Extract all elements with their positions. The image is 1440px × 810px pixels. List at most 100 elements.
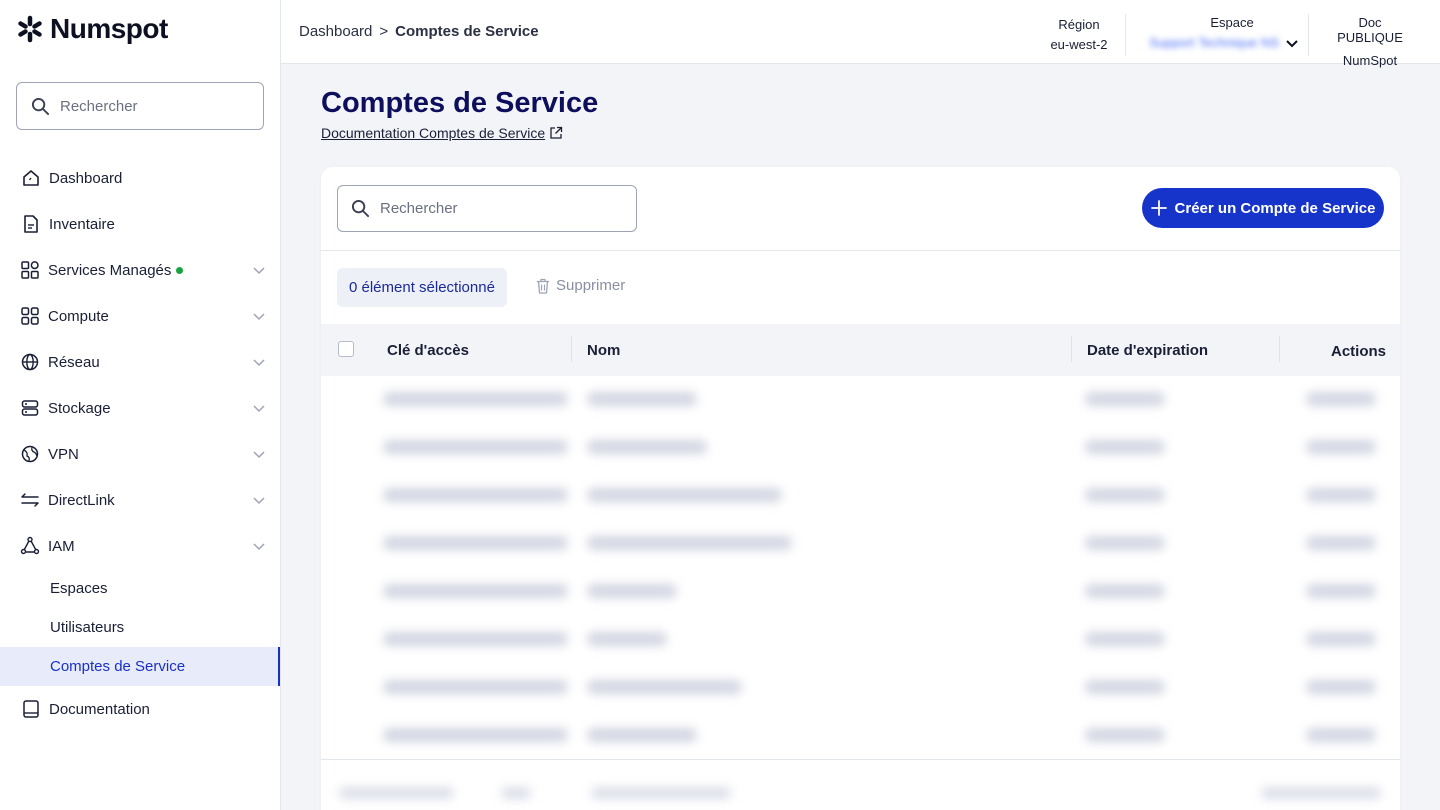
sidebar-item-dashboard[interactable]: Dashboard bbox=[0, 155, 280, 201]
column-header-name[interactable]: Nom bbox=[587, 342, 620, 359]
column-divider[interactable] bbox=[1071, 336, 1072, 362]
pagination-select[interactable] bbox=[501, 787, 531, 799]
access-key-cell bbox=[383, 680, 568, 694]
table-row[interactable] bbox=[321, 568, 1400, 616]
actions-cell[interactable] bbox=[1306, 440, 1376, 454]
external-link-icon bbox=[550, 126, 563, 139]
breadcrumb-current: Comptes de Service bbox=[395, 23, 539, 40]
plus-icon bbox=[1150, 200, 1167, 216]
actions-cell[interactable] bbox=[1306, 584, 1376, 598]
sidebar-item-reseau[interactable]: Réseau bbox=[0, 339, 280, 385]
document-icon bbox=[20, 213, 42, 235]
sidebar-item-documentation[interactable]: Documentation bbox=[0, 686, 280, 732]
access-key-cell bbox=[383, 392, 568, 406]
chevron-down-icon[interactable] bbox=[252, 447, 266, 461]
chevron-down-icon[interactable] bbox=[252, 263, 266, 277]
breadcrumb-dashboard[interactable]: Dashboard bbox=[299, 23, 372, 40]
sidebar-item-label: VPN bbox=[48, 445, 79, 463]
documentation-link-text: Documentation Comptes de Service bbox=[321, 125, 546, 141]
region-selector: Région eu-west-2 bbox=[1049, 15, 1109, 52]
table-row[interactable] bbox=[321, 520, 1400, 568]
table-row[interactable] bbox=[321, 664, 1400, 712]
create-button-label: Créer un Compte de Service bbox=[1174, 199, 1376, 217]
select-all-checkbox[interactable] bbox=[338, 341, 354, 357]
table-row[interactable] bbox=[321, 376, 1400, 424]
table-header: Clé d'accès Nom Date d'expiration Action… bbox=[321, 324, 1400, 376]
table-row[interactable] bbox=[321, 472, 1400, 520]
pagination-range bbox=[591, 787, 731, 799]
column-header-expiration[interactable]: Date d'expiration bbox=[1087, 342, 1208, 359]
sidebar-item-vpn[interactable]: VPN bbox=[0, 431, 280, 477]
sidebar: Numspot Dashboard Inventaire Services Ma… bbox=[0, 0, 281, 810]
sidebar-subitem-espaces[interactable]: Espaces bbox=[0, 569, 280, 608]
column-header-access-key[interactable]: Clé d'accès bbox=[387, 342, 469, 359]
chevron-down-icon[interactable] bbox=[252, 309, 266, 323]
actions-cell[interactable] bbox=[1306, 392, 1376, 406]
sidebar-item-label: Documentation bbox=[49, 700, 150, 718]
sidebar-item-compute[interactable]: Compute bbox=[0, 293, 280, 339]
create-service-account-button[interactable]: Créer un Compte de Service bbox=[1142, 188, 1384, 228]
table-row[interactable] bbox=[321, 424, 1400, 472]
table-row[interactable] bbox=[321, 616, 1400, 664]
actions-cell[interactable] bbox=[1306, 536, 1376, 550]
service-accounts-card: Créer un Compte de Service 0 élément sél… bbox=[321, 167, 1400, 810]
sidebar-item-services-manages[interactable]: Services Managés bbox=[0, 247, 280, 293]
chevron-down-icon[interactable] bbox=[252, 401, 266, 415]
access-key-cell bbox=[383, 536, 568, 550]
sidebar-item-iam[interactable]: IAM bbox=[0, 523, 280, 569]
actions-cell[interactable] bbox=[1306, 488, 1376, 502]
sidebar-item-inventaire[interactable]: Inventaire bbox=[0, 201, 280, 247]
doc-publique-label: Doc PUBLIQUE bbox=[1337, 15, 1403, 45]
chevron-down-icon[interactable] bbox=[252, 493, 266, 507]
doc-publique-value: NumSpot bbox=[1342, 53, 1398, 68]
actions-cell[interactable] bbox=[1306, 632, 1376, 646]
name-cell bbox=[587, 584, 677, 598]
logo-icon bbox=[18, 15, 42, 43]
doc-publique-block[interactable]: Doc PUBLIQUE NumSpot bbox=[1325, 15, 1415, 68]
sidebar-item-label: DirectLink bbox=[48, 491, 115, 509]
expiration-cell bbox=[1085, 584, 1165, 598]
compute-icon bbox=[19, 305, 41, 327]
space-value: Support Technique NS bbox=[1149, 35, 1279, 50]
pagination-info bbox=[339, 787, 454, 799]
table-footer-divider bbox=[321, 759, 1400, 760]
chevron-down-icon[interactable] bbox=[252, 355, 266, 369]
sidebar-item-label: Services Managés bbox=[48, 261, 172, 279]
sidebar-item-label: Dashboard bbox=[49, 169, 123, 187]
expiration-cell bbox=[1085, 728, 1165, 742]
sidebar-search[interactable] bbox=[16, 82, 264, 130]
delete-button[interactable]: Supprimer bbox=[536, 277, 625, 294]
pagination-controls[interactable] bbox=[1261, 787, 1381, 799]
sidebar-subitem-utilisateurs[interactable]: Utilisateurs bbox=[0, 608, 280, 647]
sidebar-item-directlink[interactable]: DirectLink bbox=[0, 477, 280, 523]
table-search[interactable] bbox=[337, 185, 637, 232]
trash-icon bbox=[537, 278, 549, 294]
vpn-globe-icon bbox=[19, 443, 41, 465]
expiration-cell bbox=[1085, 440, 1165, 454]
breadcrumb-separator: > bbox=[379, 23, 389, 40]
column-divider[interactable] bbox=[571, 336, 572, 362]
expiration-cell bbox=[1085, 680, 1165, 694]
actions-cell[interactable] bbox=[1306, 680, 1376, 694]
documentation-link[interactable]: Documentation Comptes de Service bbox=[321, 125, 563, 141]
chevron-down-icon[interactable] bbox=[252, 539, 266, 553]
status-dot bbox=[176, 266, 184, 274]
column-divider[interactable] bbox=[1279, 336, 1280, 362]
space-selector[interactable]: Espace Support Technique NS bbox=[1139, 15, 1309, 50]
table-search-input[interactable] bbox=[380, 200, 560, 217]
sidebar-subitem-comptes-de-service[interactable]: Comptes de Service bbox=[0, 647, 280, 686]
name-cell bbox=[587, 680, 742, 694]
delete-button-label: Supprimer bbox=[556, 277, 626, 294]
home-icon bbox=[20, 167, 42, 189]
divider bbox=[321, 250, 1400, 251]
expiration-cell bbox=[1085, 392, 1165, 406]
table-row[interactable] bbox=[321, 712, 1400, 760]
sidebar-item-label: Compute bbox=[48, 307, 109, 325]
actions-cell[interactable] bbox=[1306, 728, 1376, 742]
arrows-icon bbox=[19, 489, 41, 511]
expiration-cell bbox=[1085, 488, 1165, 502]
numspot-logo[interactable]: Numspot bbox=[16, 13, 168, 45]
book-icon bbox=[20, 698, 42, 720]
sidebar-search-input[interactable] bbox=[60, 97, 240, 115]
sidebar-item-stockage[interactable]: Stockage bbox=[0, 385, 280, 431]
